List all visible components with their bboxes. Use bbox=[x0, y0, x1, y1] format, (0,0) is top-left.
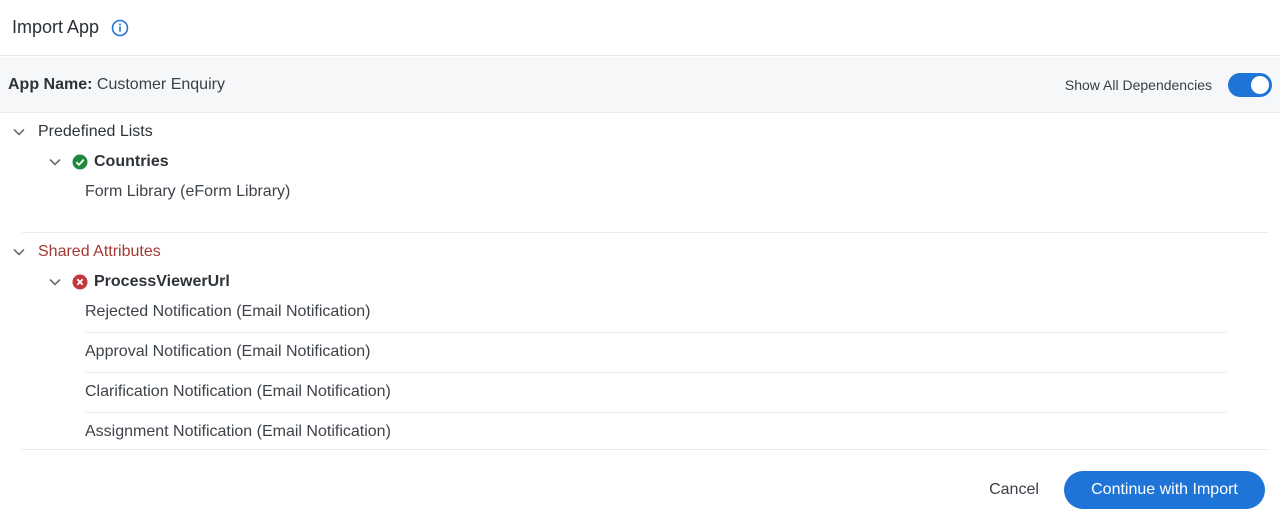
dependency-item: Approval Notification (Email Notificatio… bbox=[85, 343, 371, 360]
dialog-header: Import App bbox=[0, 0, 1280, 56]
dependency-item: Rejected Notification (Email Notificatio… bbox=[85, 303, 371, 320]
show-dependencies-control: Show All Dependencies bbox=[1064, 72, 1272, 97]
dependency-item: Assignment Notification (Email Notificat… bbox=[85, 423, 391, 440]
chevron-down-icon[interactable] bbox=[48, 275, 62, 289]
toggle-label: Show All Dependencies bbox=[1064, 76, 1212, 93]
section-divider bbox=[22, 449, 1268, 450]
tree-group-shared-attributes[interactable]: Shared Attributes bbox=[12, 237, 161, 267]
chevron-down-icon[interactable] bbox=[48, 155, 62, 169]
continue-with-import-button[interactable]: Continue with Import bbox=[1064, 471, 1265, 509]
show-all-dependencies-toggle[interactable] bbox=[1228, 72, 1272, 97]
item-label: Countries bbox=[94, 153, 169, 170]
x-circle-icon bbox=[72, 274, 88, 290]
item-label: ProcessViewerUrl bbox=[94, 273, 230, 290]
app-name-label: App Name: bbox=[8, 75, 93, 93]
import-app-dialog: Import App App Name: Customer Enquiry Sh… bbox=[0, 0, 1280, 522]
group-label: Predefined Lists bbox=[38, 123, 153, 140]
app-name-value: Customer Enquiry bbox=[96, 75, 225, 93]
dialog-title: Import App bbox=[12, 17, 100, 37]
app-name-bar: App Name: Customer Enquiry Show All Depe… bbox=[0, 57, 1280, 113]
dependency-item: Clarification Notification (Email Notifi… bbox=[85, 383, 391, 400]
app-name: App Name: Customer Enquiry bbox=[8, 76, 225, 94]
chevron-down-icon[interactable] bbox=[12, 245, 26, 259]
toggle-knob bbox=[1251, 75, 1269, 94]
info-circle-icon[interactable] bbox=[111, 19, 129, 37]
section-divider bbox=[22, 232, 1268, 233]
cancel-button[interactable]: Cancel bbox=[975, 471, 1053, 509]
chevron-down-icon[interactable] bbox=[12, 125, 26, 139]
group-label: Shared Attributes bbox=[38, 243, 161, 260]
check-circle-icon bbox=[72, 154, 88, 170]
dependency-item: Form Library (eForm Library) bbox=[85, 183, 291, 200]
tree-group-predefined-lists[interactable]: Predefined Lists bbox=[12, 117, 153, 147]
